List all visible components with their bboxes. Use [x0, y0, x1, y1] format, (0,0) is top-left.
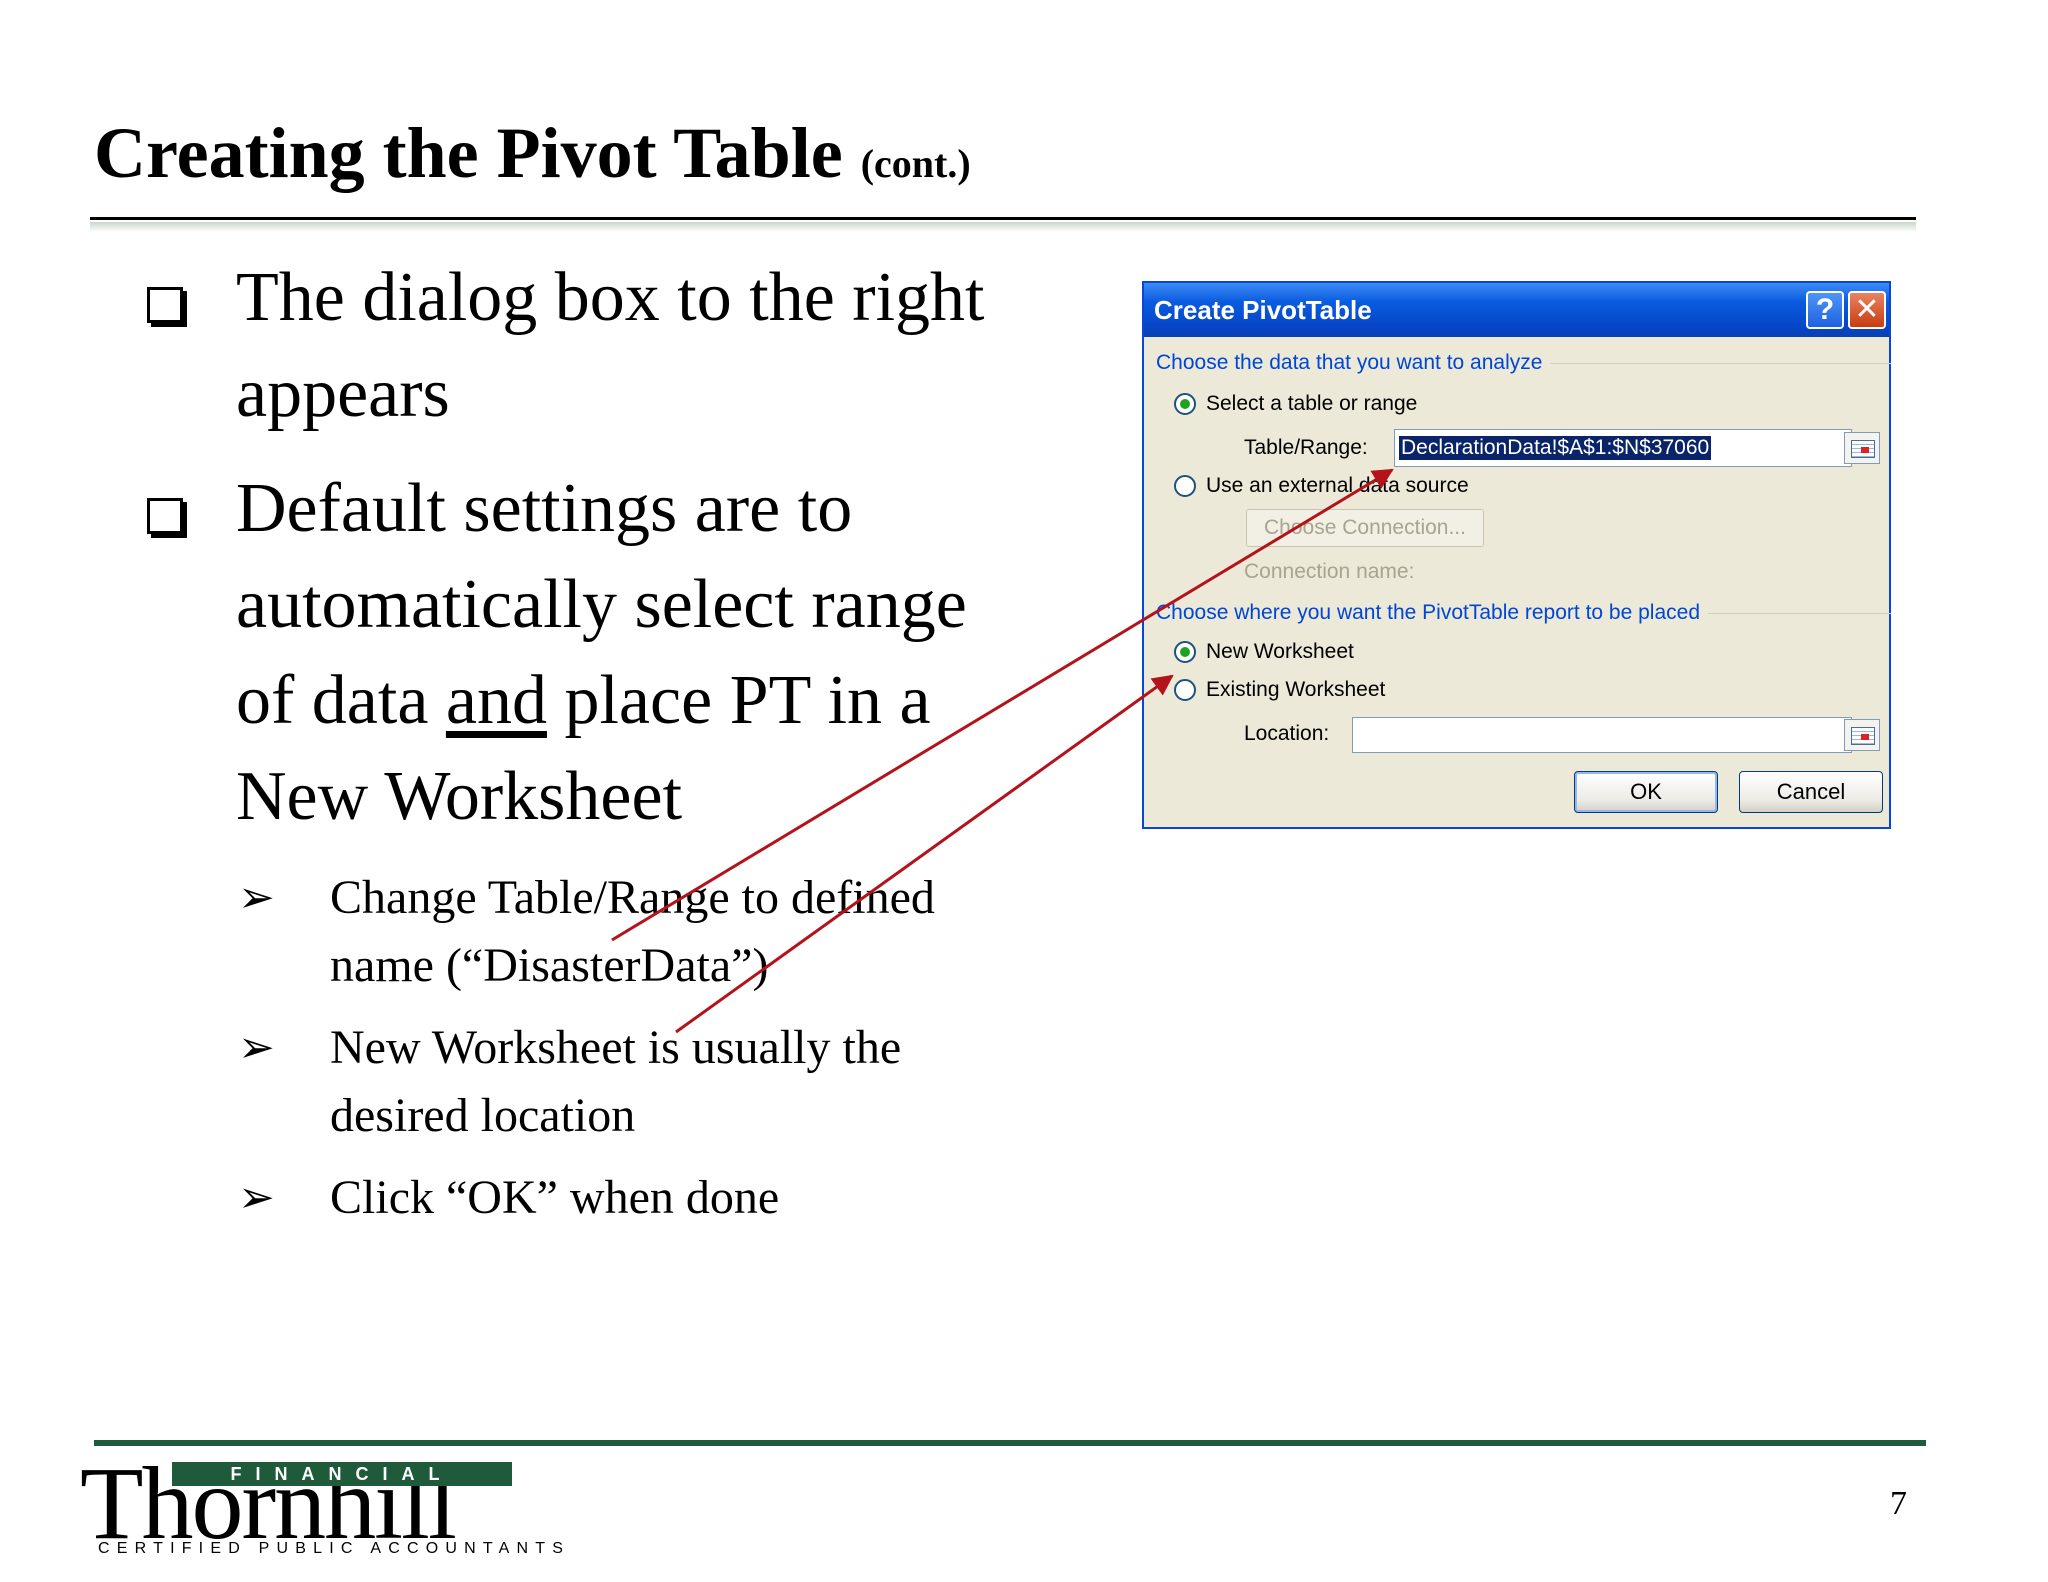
- title-divider: [90, 217, 1916, 220]
- logo-financial-band: FINANCIAL: [172, 1462, 512, 1486]
- location-input[interactable]: [1352, 717, 1852, 753]
- help-button[interactable]: ?: [1806, 291, 1844, 329]
- location-label: Location:: [1244, 722, 1330, 745]
- underlined-word: and: [445, 662, 547, 739]
- dialog-title: Create PivotTable: [1154, 295, 1372, 325]
- create-pivottable-dialog: Create PivotTable ? ✕ Choose the data th…: [1142, 281, 1891, 829]
- connection-name-label: Connection name:: [1244, 560, 1415, 583]
- bullet-text: of data: [236, 662, 446, 739]
- bullet-line: appears: [236, 355, 450, 432]
- location-picker-icon[interactable]: [1844, 719, 1880, 751]
- radio-existing-worksheet[interactable]: [1174, 679, 1196, 701]
- square-bullet-icon: [147, 287, 183, 323]
- bullet-line: of data and place PT in a: [236, 653, 1096, 749]
- sub-bullet-click-ok: Click “OK” when done: [330, 1164, 1110, 1232]
- sub-bullet-line: New Worksheet is usually the: [330, 1021, 902, 1074]
- ok-button[interactable]: OK: [1574, 771, 1718, 813]
- sub-bullet-line: name (“DisasterData”): [330, 939, 769, 992]
- radio-select-table[interactable]: [1174, 393, 1196, 415]
- table-range-value: DeclarationData!$A$1:$N$37060: [1399, 436, 1712, 460]
- bullet-line: New Worksheet: [236, 758, 683, 835]
- arrowhead-bullet-icon: ➢: [238, 1022, 275, 1073]
- bullet-line: automatically select range: [236, 566, 967, 643]
- bullet-text: place PT in a: [546, 662, 931, 739]
- group-label-analyze: Choose the data that you want to analyze: [1156, 350, 1551, 376]
- title-divider-shadow: [90, 222, 1916, 232]
- sub-bullet-line: Change Table/Range to defined: [330, 871, 935, 924]
- bullet-line: Default settings are to: [236, 470, 853, 547]
- bullet-line: The dialog box to the right: [236, 259, 985, 336]
- slide-title: Creating the Pivot Table (cont.): [94, 108, 971, 209]
- radio-new-worksheet[interactable]: [1174, 641, 1196, 663]
- dialog-titlebar[interactable]: Create PivotTable ? ✕: [1144, 283, 1889, 337]
- slide-title-text: Creating the Pivot Table: [94, 113, 843, 193]
- cancel-button[interactable]: Cancel: [1739, 771, 1883, 813]
- slide-title-suffix: (cont.): [860, 141, 971, 186]
- logo-tagline: CERTIFIED PUBLIC ACCOUNTANTS: [98, 1540, 571, 1557]
- group-label-placement: Choose where you want the PivotTable rep…: [1156, 600, 1709, 626]
- radio-select-table-label[interactable]: Select a table or range: [1206, 391, 1417, 417]
- choose-connection-button[interactable]: Choose Connection...: [1246, 509, 1484, 547]
- square-bullet-icon: [147, 498, 183, 534]
- radio-existing-worksheet-label[interactable]: Existing Worksheet: [1206, 677, 1385, 703]
- radio-new-worksheet-label[interactable]: New Worksheet: [1206, 639, 1354, 665]
- sub-bullet-line: Click “OK” when done: [330, 1171, 780, 1224]
- table-range-input[interactable]: DeclarationData!$A$1:$N$37060: [1394, 429, 1852, 467]
- range-picker-icon[interactable]: [1844, 432, 1880, 464]
- bullet-dialog-appears: The dialog box to the right appears: [236, 250, 1096, 442]
- close-button[interactable]: ✕: [1848, 291, 1886, 329]
- radio-external-source[interactable]: [1174, 475, 1196, 497]
- table-range-label: Table/Range:: [1244, 436, 1368, 459]
- arrowhead-bullet-icon: ➢: [238, 872, 275, 923]
- thornhill-logo: Thornhill FINANCIAL CERTIFIED PUBLIC ACC…: [80, 1444, 563, 1564]
- sub-bullet-line: desired location: [330, 1089, 636, 1142]
- sub-bullet-new-worksheet: New Worksheet is usually the desired loc…: [330, 1014, 1110, 1150]
- sub-bullet-change-range: Change Table/Range to defined name (“Dis…: [330, 864, 1110, 1000]
- radio-external-source-label[interactable]: Use an external data source: [1206, 473, 1469, 499]
- page-number: 7: [1890, 1485, 1907, 1522]
- arrowhead-bullet-icon: ➢: [238, 1172, 275, 1223]
- bullet-default-settings: Default settings are to automatically se…: [236, 461, 1096, 845]
